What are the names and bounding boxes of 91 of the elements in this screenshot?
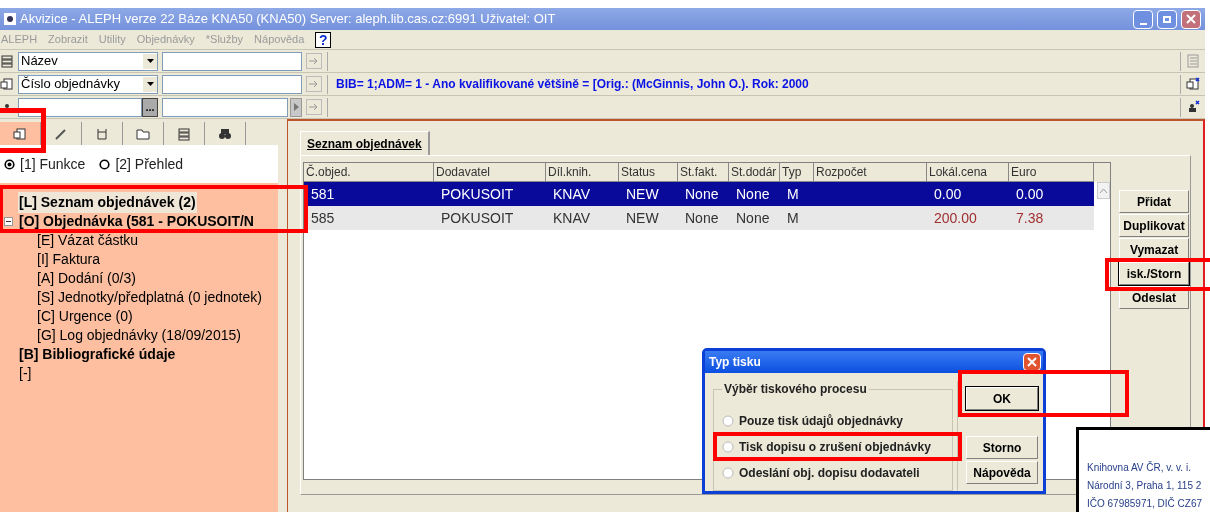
tree-item[interactable]: [G] Log objednávky (18/09/2015) [36,325,242,346]
record-summary: BIB= 1;ADM= 1 - Ano kvalifikované většině = [Orig.: (McGinnis, John O.). Rok: 2000 [336,77,809,91]
document-icon [0,77,14,91]
radio-button[interactable] [722,415,734,427]
next-button[interactable] [290,97,302,117]
dropdown-arrow-icon [146,59,154,63]
close-icon [1027,357,1037,367]
arrow-icon [309,80,319,88]
address-line: Knihovna AV ČR, v. v. i. [1087,460,1192,475]
field-dropdown[interactable]: Číslo objednávky [18,74,158,94]
app-icon [4,13,16,25]
table-cell: 7.38 [1016,209,1044,226]
tree-item[interactable]: [I] Faktura [36,249,102,270]
document-icon [13,126,27,141]
go-button[interactable] [306,99,322,115]
radio-button[interactable] [99,158,111,170]
window-title: Akvizice - ALEPH verze 22 Báze KNA50 (KNA50) Server: aleph.lib.cas.cz:6991 Uživatel: OIT [20,10,557,29]
action-button[interactable]: isk./Storn [1119,262,1189,285]
highlight-frame [0,108,46,153]
table-cell: None [736,209,770,226]
table-cell: KNAV [553,185,591,202]
close-icon [1186,14,1196,24]
collapse-icon[interactable] [4,217,13,226]
tree-item[interactable]: [L] Seznam objednávek (2) [18,192,197,213]
field-dropdown[interactable]: Název [18,51,158,71]
table-cell: POKUSOIT [441,185,514,202]
table-cell: None [685,185,719,202]
action-button[interactable]: Duplikovat [1119,214,1189,237]
dialog-button[interactable]: Storno [966,436,1038,459]
list-icon [0,54,14,68]
radio-label: [2] Přehled [115,154,184,174]
tree-item[interactable]: [O] Objednávka (581 - POKUSOIT/N [18,211,255,232]
radio-button[interactable] [722,467,734,479]
folder-icon [136,126,150,141]
arrow-icon [309,57,319,65]
arrow-icon [309,103,319,111]
table-cell: M [787,209,799,226]
radio-button[interactable] [4,158,15,170]
radio-button[interactable] [722,441,734,453]
tab[interactable]: Seznam objednávek [300,131,430,155]
tree-item[interactable]: [C] Urgence (0) [36,306,134,327]
pen-icon [54,126,68,141]
triangle-icon [293,103,299,111]
address-line: Národní 3, Praha 1, 115 2 [1087,479,1203,493]
close-button[interactable] [1023,353,1041,371]
restore-button[interactable] [1157,9,1177,29]
tree-item[interactable]: [-] [18,363,33,384]
radio-label: Tisk dopisu o zrušení objednávky [739,439,931,456]
stamp-icon [1186,100,1200,114]
lookup-field[interactable] [18,97,142,117]
table-cell: POKUSOIT [441,209,514,226]
dropdown-arrow-icon [146,82,154,86]
tree-item[interactable]: [B] Bibliografické údaje [18,344,177,365]
table-cell: 200.00 [934,209,977,226]
tree-item[interactable]: [E] Vázat částku [36,230,140,251]
table-cell: NEW [626,209,659,226]
tree-item[interactable]: [S] Jednotky/předplatná (0 jednotek) [36,287,263,308]
browse-button[interactable]: ... [142,97,158,117]
search-field[interactable] [162,74,302,94]
dialog-button[interactable]: OK [966,387,1038,410]
radio-label: Pouze tisk údajů objednávky [739,413,904,430]
table-cell: 0.00 [934,185,962,202]
table-cell: NEW [626,185,659,202]
close-button[interactable] [1181,9,1201,29]
table-cell: M [787,185,799,202]
table-row[interactable]: 581 POKUSOIT KNAV NEW None None M 0.00 0.00 [304,182,1094,206]
list-icon [1186,54,1200,68]
go-button[interactable] [306,53,322,69]
table-cell: KNAV [553,209,591,226]
document-icon [1186,77,1200,91]
action-button[interactable]: Přidat [1119,190,1189,213]
minimize-button[interactable] [1133,9,1153,29]
table-cell: None [685,209,719,226]
table-cell: None [736,185,770,202]
list-icon [177,126,191,141]
table-cell: 585 [311,209,335,226]
help-button[interactable]: ? [315,31,332,48]
dialog-title: Typ tisku [709,354,762,371]
radio-label: [1] Funkce [20,154,86,174]
table-cell: 0.00 [1016,185,1044,202]
address-line: IČO 67985971, DIČ CZ67 [1087,496,1204,511]
search-field[interactable] [162,97,288,117]
radio-label: Odeslání obj. dopisu dodavateli [739,465,920,482]
dialog-button[interactable]: Nápověda [966,461,1038,484]
cup-icon [95,126,109,141]
search-field[interactable] [162,51,302,71]
table-cell: 581 [311,185,335,202]
scrollbar[interactable] [1097,182,1110,199]
go-button[interactable] [306,76,322,92]
binoculars-icon [218,126,232,141]
tree-item[interactable]: [A] Dodání (0/3) [36,268,137,289]
